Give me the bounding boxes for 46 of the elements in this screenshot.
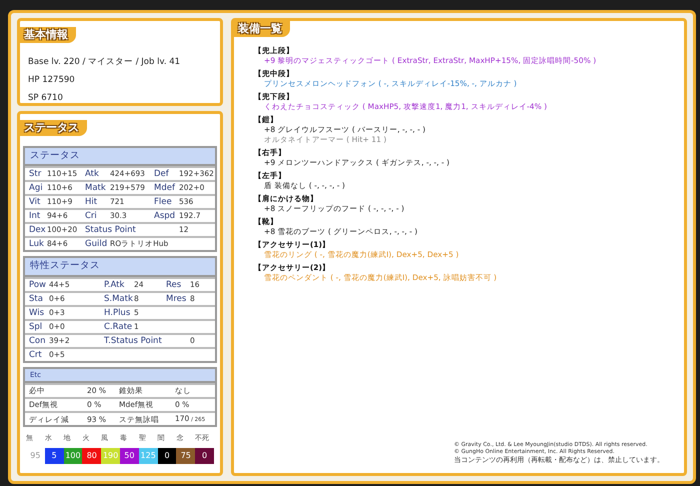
stat-label: Crt [29,350,43,360]
element-value: 0 [158,448,176,464]
stat-label: Matk [85,183,107,194]
stat-label: Res [166,280,182,290]
stat-label: Luk [29,239,45,250]
element-value: 50 [120,448,139,464]
table-header: ステータス [25,148,215,166]
stat-label: Mres [166,294,188,304]
stat-label: Dex [29,225,47,236]
stat-label: Mdef [154,183,176,194]
stat-label: Atk [85,169,100,180]
stat-label: Str [29,169,42,180]
stat-label: C.Rate [104,322,134,332]
element-value: 0 [195,448,214,464]
stat-label: Vit [29,197,42,208]
stat-label: Flee [154,197,173,208]
info-line: Base lv. 220 / マイスター / Job lv. 41 [28,56,182,69]
panel-title: ステータス [20,120,87,136]
info-line: HP 127590 [28,74,76,87]
stat-label: Spl [29,322,44,332]
panel-title: 装備一覧 [234,21,290,37]
stat-label: S.Matk [104,294,134,304]
stat-label: Agi [29,183,44,194]
element-value: 80 [82,448,102,464]
element-value: 5 [44,448,64,464]
stat-label: Guild [85,239,108,250]
table-header: 特性ステータス [25,258,215,276]
stat-label: Status Point [85,225,137,236]
stat-label: Aspd [154,211,176,222]
stat-label: Wis [29,308,46,318]
stat-label: Def [154,169,170,180]
info-line: SP 6710 [28,92,64,105]
stat-label: Hit [85,197,98,208]
element-value: 190 [101,448,120,464]
stat-label: Con [29,336,47,346]
panel-title: 基本情報 [20,27,76,43]
element-value: 125 [138,448,158,464]
element-value: 100 [64,448,82,464]
stat-label: H.Plus [104,308,132,318]
element-value: 75 [176,448,196,464]
stat-label: T.Status Point [104,336,163,346]
stat-label: Pow [29,280,47,290]
stat-label: P.Atk [104,280,126,290]
stat-label: Int [29,211,42,222]
stat-label: Cri [85,211,98,222]
stat-label: Sta [29,294,44,304]
